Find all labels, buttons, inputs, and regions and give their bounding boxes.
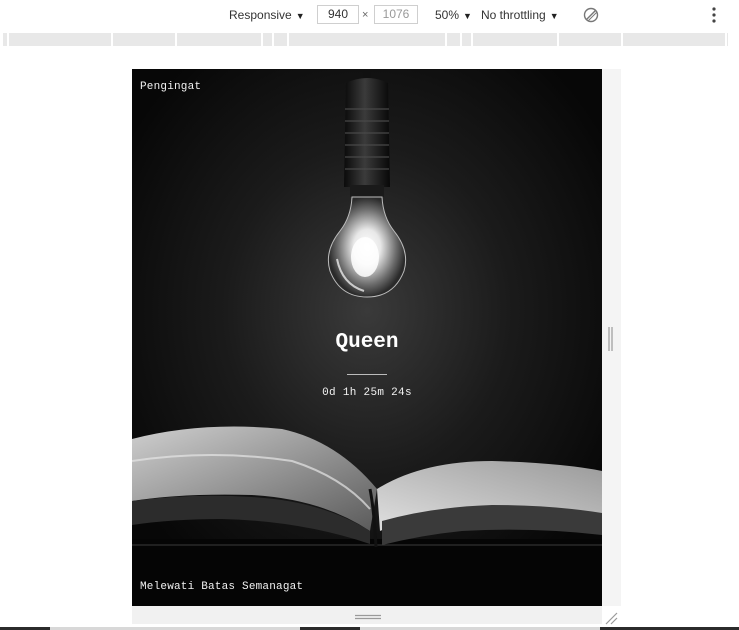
- width-input[interactable]: 940: [317, 5, 359, 24]
- resize-handle-bottom[interactable]: [354, 614, 382, 620]
- title-divider: [347, 374, 387, 375]
- vertical-dots-icon[interactable]: [708, 6, 720, 24]
- device-mode-dropdown[interactable]: Responsive ▼: [229, 8, 305, 22]
- device-toolbar: Responsive ▼ 940 × 1076 50% ▼ No throttlin…: [0, 0, 739, 31]
- footer-text: Melewati Batas Semanagat: [140, 581, 304, 593]
- rotate-disabled-icon[interactable]: [583, 7, 599, 23]
- emulated-viewport: Pengingat Queen 0d 1h 25m 24s Melewati B…: [132, 69, 602, 606]
- zoom-label: 50%: [435, 8, 460, 22]
- caret-down-icon: ▼: [549, 11, 559, 21]
- zoom-dropdown[interactable]: 50% ▼: [435, 8, 472, 22]
- name-title: Queen: [335, 331, 399, 354]
- device-mode-label: Responsive: [229, 8, 292, 22]
- caret-down-icon: ▼: [463, 11, 472, 21]
- resize-handle-right[interactable]: [607, 326, 614, 352]
- header-label: Pengingat: [140, 81, 202, 93]
- height-input[interactable]: 1076: [374, 5, 418, 24]
- media-query-ruler[interactable]: [0, 31, 739, 48]
- resize-handle-corner-icon[interactable]: [604, 611, 618, 625]
- dimension-times-symbol: ×: [362, 9, 369, 21]
- throttling-dropdown[interactable]: No throttling ▼: [481, 8, 559, 22]
- countdown-timer: 0d 1h 25m 24s: [322, 387, 412, 399]
- caret-down-icon: ▼: [295, 11, 305, 21]
- throttling-label: No throttling: [481, 8, 546, 22]
